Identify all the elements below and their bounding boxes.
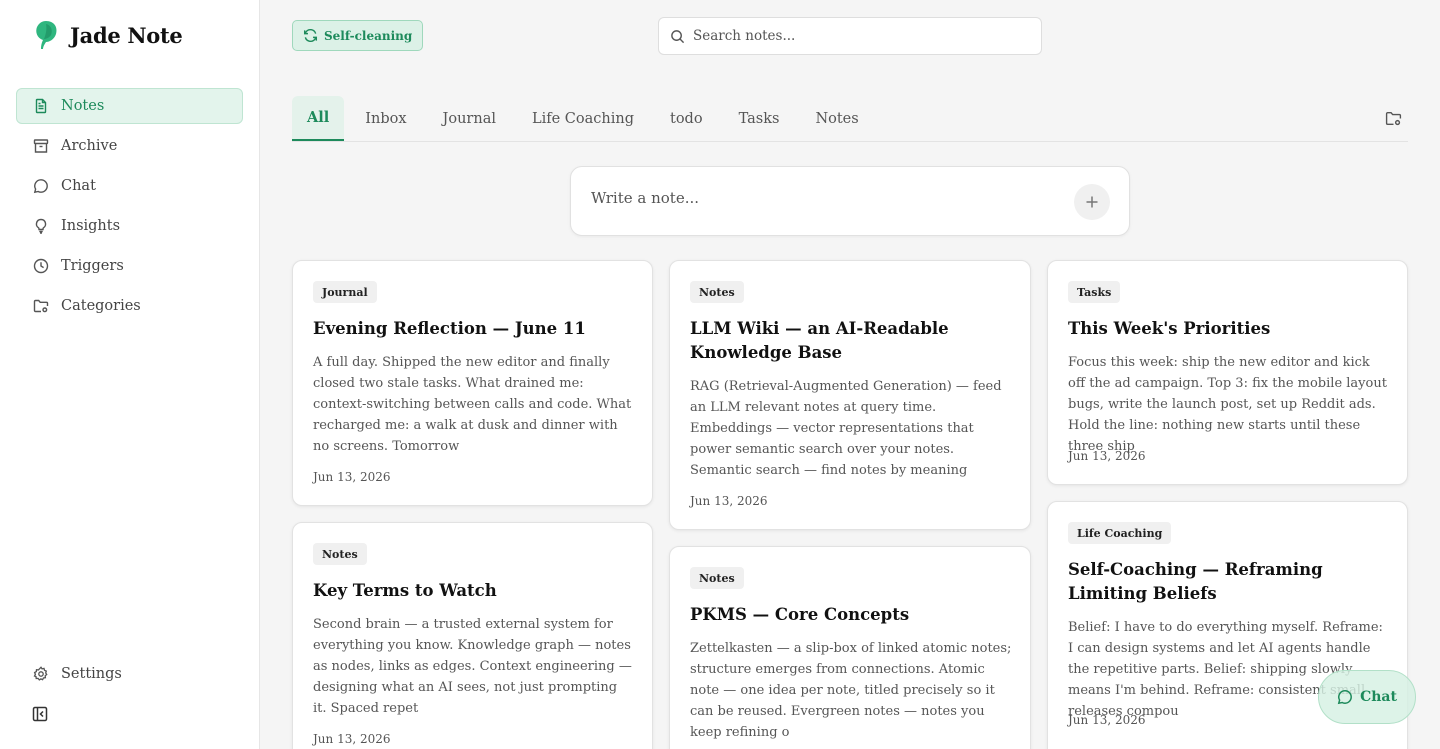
tab-todo[interactable]: todo bbox=[652, 96, 721, 141]
jade-leaf-logo-icon bbox=[36, 21, 57, 49]
note-card[interactable]: Journal Evening Reflection — June 11 A f… bbox=[292, 260, 653, 506]
search-input[interactable] bbox=[693, 28, 1013, 44]
refresh-icon bbox=[303, 28, 318, 43]
tab-notes[interactable]: Notes bbox=[797, 96, 876, 141]
self-cleaning-label: Self-cleaning bbox=[324, 28, 413, 43]
sidebar-item-label: Chat bbox=[61, 178, 96, 194]
card-date: Jun 13, 2026 bbox=[690, 494, 768, 508]
tab-journal[interactable]: Journal bbox=[425, 96, 514, 141]
card-title: Self-Coaching — Reframing Limiting Belie… bbox=[1068, 560, 1323, 603]
note-composer bbox=[570, 166, 1130, 236]
sidebar-item-triggers[interactable]: Triggers bbox=[16, 248, 243, 284]
card-date: Jun 13, 2026 bbox=[1068, 713, 1146, 727]
sidebar-item-settings[interactable]: Settings bbox=[16, 656, 243, 692]
card-date: Jun 13, 2026 bbox=[1068, 449, 1146, 463]
sidebar-item-notes[interactable]: Notes bbox=[16, 88, 243, 124]
note-card[interactable]: Notes PKMS — Core Concepts Zettelkasten … bbox=[669, 546, 1031, 749]
folder-settings-icon bbox=[1385, 111, 1401, 126]
note-card[interactable]: Notes LLM Wiki — an AI-Readable Knowledg… bbox=[669, 260, 1031, 530]
chat-icon bbox=[1337, 690, 1353, 705]
card-category-tag: Journal bbox=[313, 281, 377, 303]
card-title: Evening Reflection — June 11 bbox=[313, 319, 586, 338]
sidebar: Jade Note Notes Archive Chat Insights Tr… bbox=[0, 0, 260, 749]
chat-floating-button[interactable]: Chat bbox=[1318, 670, 1416, 724]
clock-icon bbox=[33, 258, 49, 274]
sidebar-item-categories[interactable]: Categories bbox=[16, 288, 243, 324]
collapse-sidebar-icon[interactable] bbox=[32, 706, 48, 722]
card-title: LLM Wiki — an AI-Readable Knowledge Base bbox=[690, 319, 949, 362]
tab-life-coaching[interactable]: Life Coaching bbox=[514, 96, 652, 141]
card-date: Jun 13, 2026 bbox=[313, 732, 391, 746]
lightbulb-icon bbox=[35, 218, 47, 234]
card-category-tag: Notes bbox=[690, 567, 744, 589]
manage-categories-button[interactable] bbox=[1378, 96, 1408, 141]
sidebar-item-label: Archive bbox=[61, 138, 118, 154]
card-category-tag: Life Coaching bbox=[1068, 522, 1172, 544]
card-excerpt: Zettelkasten — a slip-box of linked atom… bbox=[690, 641, 1012, 740]
card-excerpt: Second brain — a trusted external system… bbox=[313, 617, 632, 716]
add-note-button[interactable] bbox=[1074, 184, 1110, 220]
search-bar bbox=[658, 17, 1042, 55]
note-card[interactable]: Tasks This Week's Priorities Focus this … bbox=[1047, 260, 1408, 485]
gear-icon bbox=[33, 666, 48, 681]
app-name: Jade Note bbox=[70, 22, 183, 48]
card-excerpt: Focus this week: ship the new editor and… bbox=[1068, 355, 1387, 454]
tab-all[interactable]: All bbox=[292, 96, 345, 141]
card-excerpt: RAG (Retrieval-Augmented Generation) — f… bbox=[690, 379, 1002, 478]
card-date: Jun 13, 2026 bbox=[313, 470, 391, 484]
tab-inbox[interactable]: Inbox bbox=[347, 96, 424, 141]
card-category-tag: Tasks bbox=[1068, 281, 1121, 303]
card-title: This Week's Priorities bbox=[1068, 319, 1271, 338]
sidebar-item-label: Categories bbox=[61, 298, 141, 314]
folder-settings-icon bbox=[33, 299, 49, 313]
sidebar-item-label: Notes bbox=[61, 98, 105, 114]
sidebar-item-label: Settings bbox=[61, 666, 122, 682]
note-card[interactable]: Notes Key Terms to Watch Second brain — … bbox=[292, 522, 653, 749]
card-excerpt: A full day. Shipped the new editor and f… bbox=[313, 355, 632, 454]
chat-fab-label: Chat bbox=[1360, 689, 1397, 705]
card-title: PKMS — Core Concepts bbox=[690, 605, 910, 624]
notes-icon bbox=[35, 98, 47, 114]
card-category-tag: Notes bbox=[690, 281, 744, 303]
self-cleaning-toggle[interactable]: Self-cleaning bbox=[292, 20, 424, 51]
sidebar-item-chat[interactable]: Chat bbox=[16, 168, 243, 204]
brand[interactable]: Jade Note bbox=[34, 20, 183, 50]
search-icon bbox=[671, 29, 685, 43]
tab-tasks[interactable]: Tasks bbox=[721, 96, 798, 141]
sidebar-bottom: Settings bbox=[16, 656, 243, 696]
archive-icon bbox=[33, 139, 49, 153]
card-title: Key Terms to Watch bbox=[313, 581, 497, 600]
sidebar-item-insights[interactable]: Insights bbox=[16, 208, 243, 244]
category-tabs: All Inbox Journal Life Coaching todo Tas… bbox=[292, 96, 1408, 142]
plus-icon bbox=[1086, 196, 1098, 208]
sidebar-item-archive[interactable]: Archive bbox=[16, 128, 243, 164]
card-category-tag: Notes bbox=[313, 543, 367, 565]
sidebar-item-label: Triggers bbox=[61, 258, 124, 274]
sidebar-item-label: Insights bbox=[61, 218, 121, 234]
sidebar-nav: Notes Archive Chat Insights Triggers Cat… bbox=[16, 88, 243, 328]
chat-icon bbox=[33, 179, 48, 194]
note-input[interactable] bbox=[591, 189, 1051, 207]
